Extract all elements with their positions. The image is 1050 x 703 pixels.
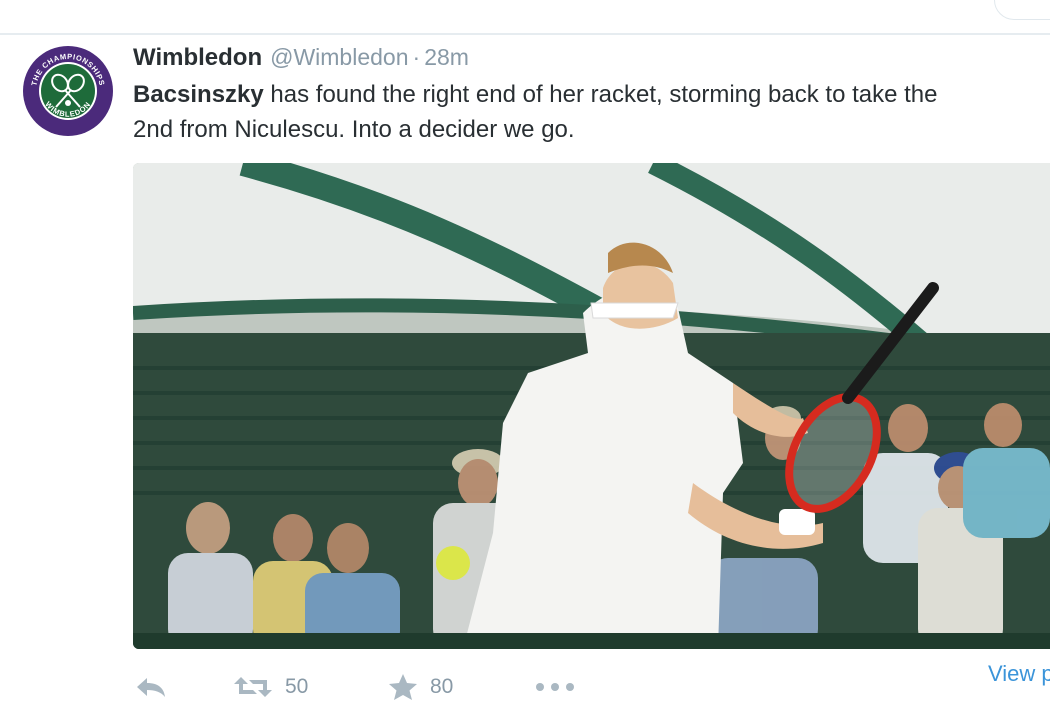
search-box[interactable] — [994, 0, 1050, 20]
tennis-photo — [133, 163, 1050, 649]
more-button[interactable] — [535, 671, 575, 703]
tweet-timestamp[interactable]: 28m — [424, 44, 469, 70]
view-photo-link[interactable]: View p — [988, 661, 1050, 687]
header-separator: · — [412, 44, 421, 70]
tweet-text-line-1: Bacsinszky has found the right end of he… — [133, 77, 1050, 112]
tweet-actions: 50 80 — [133, 671, 1050, 703]
twitter-bird-icon[interactable] — [540, 0, 574, 6]
favorite-button[interactable]: 80 — [388, 671, 453, 703]
retweet-count: 50 — [285, 675, 309, 698]
top-navigation-bar — [0, 0, 1050, 35]
reply-icon — [137, 678, 165, 697]
tweet[interactable]: THE CHAMPIONSHIPS WIMBLEDON Wimbledon @Wi… — [0, 35, 1050, 700]
tweet-text-bold-name: Bacsinszky — [133, 81, 264, 108]
avatar[interactable]: THE CHAMPIONSHIPS WIMBLEDON — [22, 45, 114, 137]
tweet-text: Bacsinszky has found the right end of he… — [133, 77, 1050, 147]
tweet-text-line-2: 2nd from Niculescu. Into a decider we go… — [133, 116, 575, 143]
more-icon — [536, 683, 574, 691]
reply-button[interactable] — [135, 671, 167, 703]
tweet-text-line-1-rest: has found the right end of her racket, s… — [263, 81, 938, 108]
tweet-photo[interactable] — [133, 163, 1050, 649]
favorite-count: 80 — [430, 675, 454, 698]
account-fullname[interactable]: Wimbledon — [133, 44, 262, 71]
retweet-icon — [234, 677, 272, 697]
tweet-header: Wimbledon @Wimbledon · 28m — [133, 42, 469, 72]
account-screen-name[interactable]: @Wimbledon — [270, 44, 408, 70]
star-icon — [389, 674, 417, 700]
retweet-button[interactable]: 50 — [233, 671, 308, 703]
